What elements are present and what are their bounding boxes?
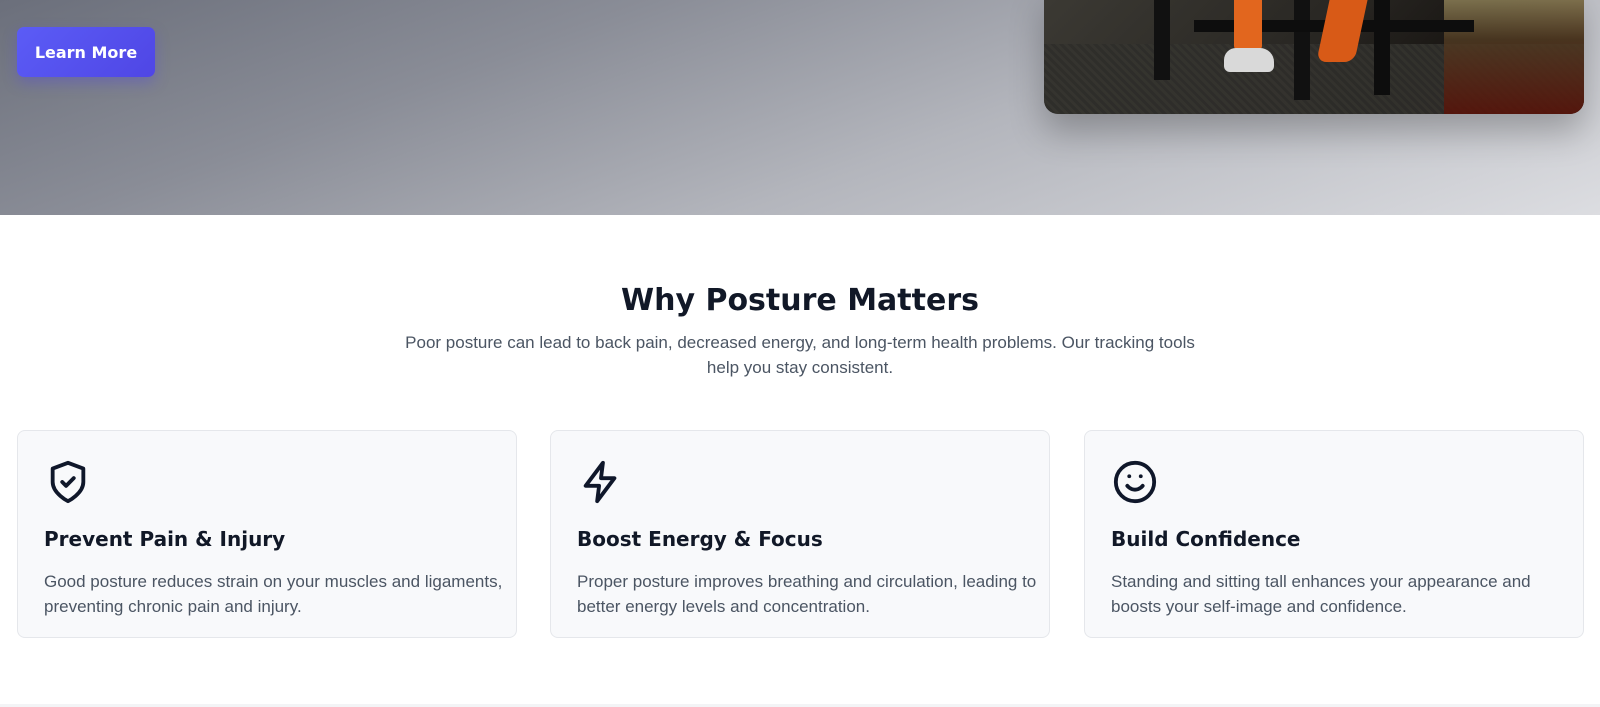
feature-card-build-confidence: Build Confidence Standing and sitting ta…	[1084, 430, 1584, 638]
card-text: Proper posture improves breathing and ci…	[577, 572, 1037, 616]
section-subtitle: Poor posture can lead to back pain, decr…	[405, 333, 1195, 377]
learn-more-button[interactable]: Learn More	[17, 27, 155, 77]
hero-gym-image	[1044, 0, 1584, 114]
feature-card-prevent-pain: Prevent Pain & Injury Good posture reduc…	[17, 430, 517, 638]
shield-check-icon	[45, 459, 91, 505]
feature-card-boost-energy: Boost Energy & Focus Proper posture impr…	[550, 430, 1050, 638]
hero-section: Learn More	[0, 0, 1600, 215]
section-title: Why Posture Matters	[621, 283, 979, 318]
card-title: Boost Energy & Focus	[577, 527, 823, 551]
card-title: Prevent Pain & Injury	[44, 527, 286, 551]
lightning-icon	[578, 459, 624, 505]
why-posture-section: Why Posture Matters Poor posture can lea…	[0, 215, 1600, 707]
smile-icon	[1112, 459, 1158, 505]
card-text: Good posture reduces strain on your musc…	[44, 572, 503, 616]
card-title: Build Confidence	[1111, 527, 1301, 551]
card-text: Standing and sitting tall enhances your …	[1111, 572, 1531, 616]
